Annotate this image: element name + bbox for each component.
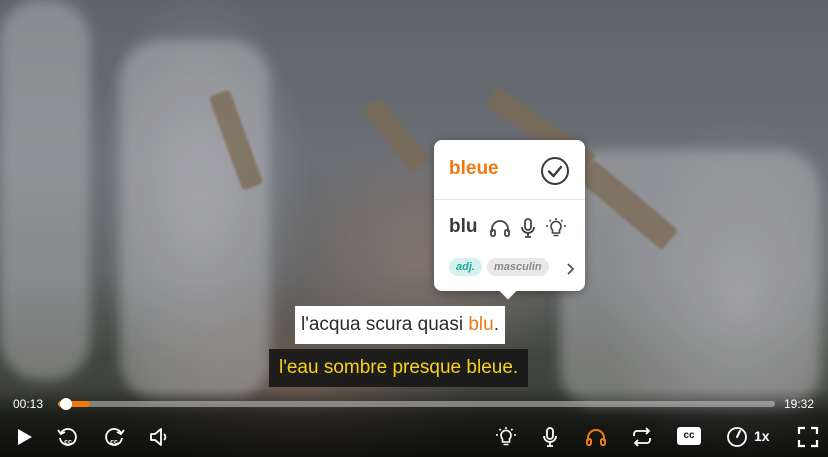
check-circle-icon[interactable] <box>540 156 570 186</box>
subtitle-punctuation: . <box>493 314 499 335</box>
translated-subtitle: l'eau sombre presque bleue. <box>269 349 529 387</box>
svg-text:cc: cc <box>64 439 72 446</box>
current-time: 00:13 <box>13 397 44 411</box>
speed-gauge-icon[interactable] <box>725 425 749 449</box>
lightbulb-icon[interactable] <box>494 425 518 449</box>
gender-tag: masculin <box>486 258 549 276</box>
highlighted-word[interactable]: blu <box>468 314 493 335</box>
popup-divider <box>434 199 585 200</box>
subtitle-text[interactable]: l'acqua scura quasi <box>301 314 468 335</box>
chevron-right-icon[interactable] <box>565 261 575 275</box>
progress-bar[interactable] <box>58 398 775 410</box>
previous-subtitle-icon[interactable]: cc <box>56 425 80 449</box>
headphones-icon[interactable] <box>584 425 608 449</box>
microphone-icon[interactable] <box>516 216 540 240</box>
cc-icon[interactable]: cc <box>677 427 701 445</box>
playback-speed[interactable]: 1x <box>754 428 770 444</box>
next-subtitle-icon[interactable]: cc <box>102 425 126 449</box>
microphone-icon[interactable] <box>538 425 562 449</box>
part-of-speech-tag: adj. <box>449 258 482 276</box>
headphones-icon[interactable] <box>488 216 512 240</box>
popup-translation: bleue <box>449 158 499 179</box>
repeat-icon[interactable] <box>630 425 654 449</box>
svg-text:cc: cc <box>110 439 118 446</box>
original-subtitle[interactable]: l'acqua scura quasi blu. <box>295 306 505 344</box>
play-icon[interactable] <box>12 425 36 449</box>
popup-word: blu <box>449 216 478 237</box>
fullscreen-icon[interactable] <box>796 425 820 449</box>
progress-knob[interactable] <box>59 398 72 410</box>
word-popup[interactable]: bleue blu adj. masculin <box>434 140 585 291</box>
volume-icon[interactable] <box>148 425 172 449</box>
lightbulb-icon[interactable] <box>544 216 568 240</box>
total-time: 19:32 <box>784 397 815 411</box>
